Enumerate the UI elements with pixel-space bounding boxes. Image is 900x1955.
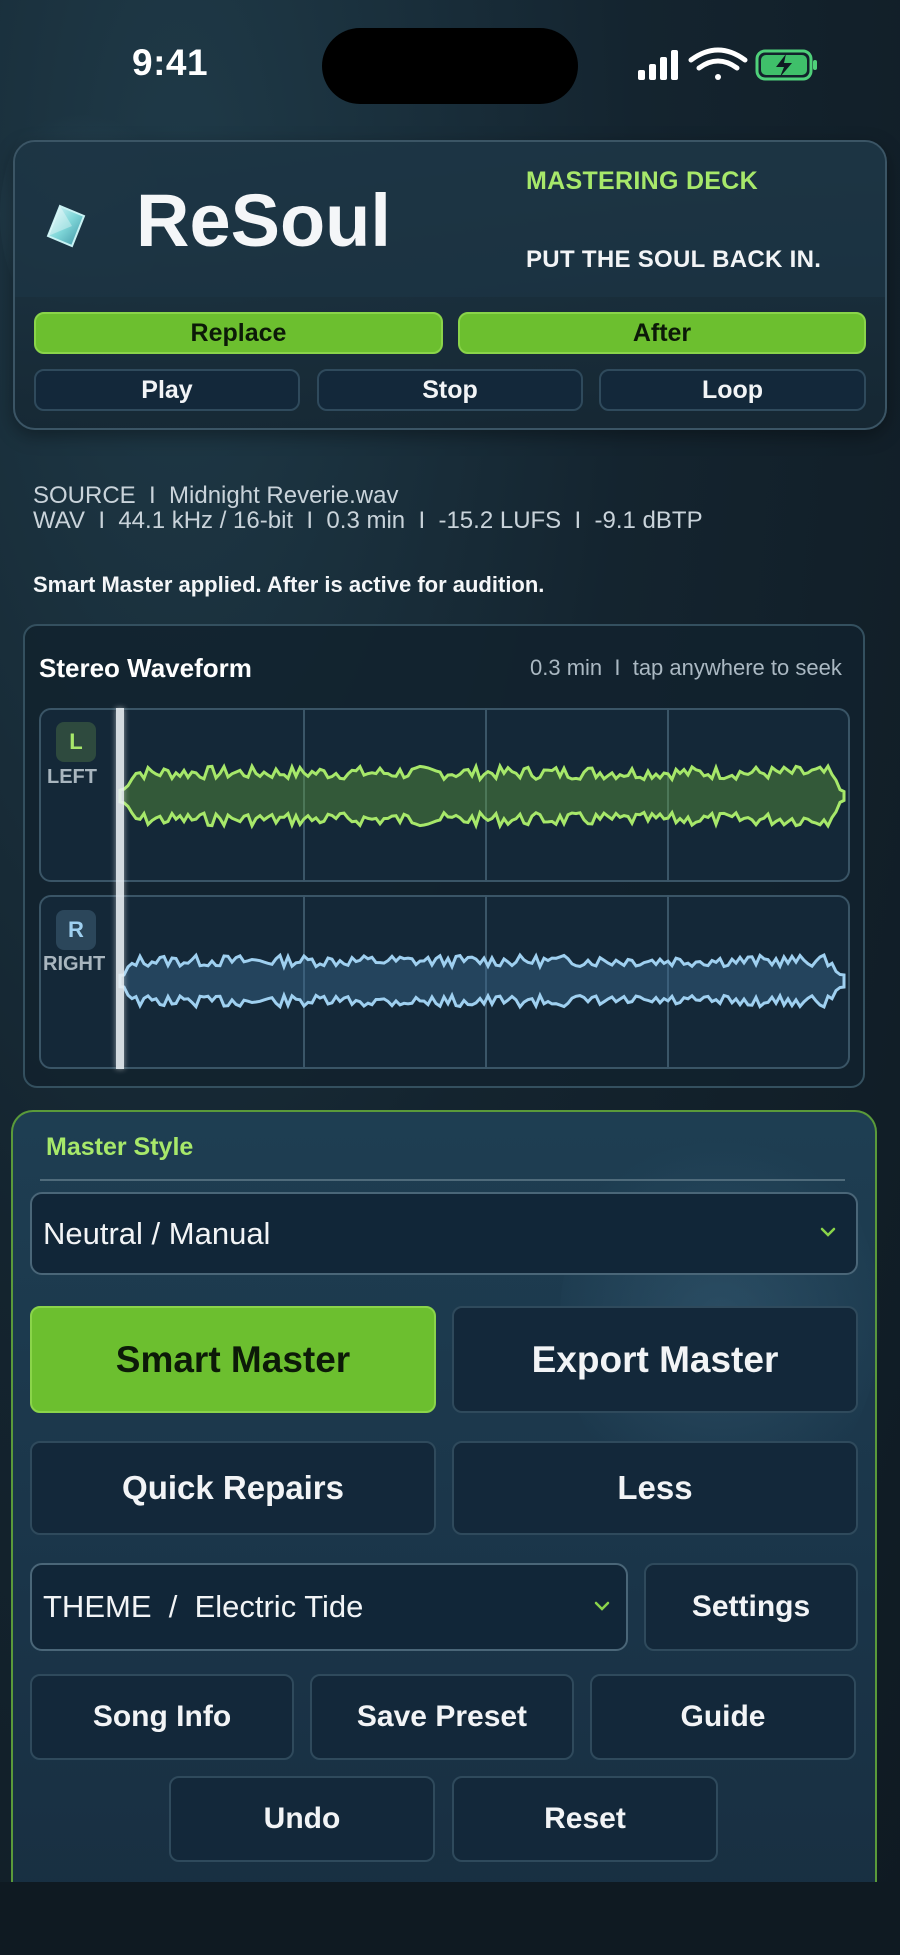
export-master-button[interactable]: Export Master: [452, 1306, 858, 1413]
playhead[interactable]: [116, 708, 124, 1069]
song-info-button[interactable]: Song Info: [30, 1674, 294, 1760]
waveform-grid: [303, 708, 669, 1069]
less-button[interactable]: Less: [452, 1441, 858, 1535]
battery-charging-icon: [755, 49, 817, 81]
master-divider: [40, 1179, 845, 1181]
tagline: PUT THE SOUL BACK IN.: [526, 246, 822, 273]
left-waveform: [118, 762, 846, 830]
replace-button[interactable]: Replace: [34, 312, 443, 354]
theme-value: THEME / Electric Tide: [43, 1589, 364, 1624]
signal-icon: [638, 50, 678, 80]
theme-select[interactable]: THEME / Electric Tide: [30, 1563, 628, 1651]
app-title: ReSoul: [136, 179, 391, 262]
stereo-waveform[interactable]: [116, 708, 850, 1069]
quick-repairs-button[interactable]: Quick Repairs: [30, 1441, 436, 1535]
status-icons: [638, 47, 817, 81]
right-channel-label: RIGHT: [43, 953, 106, 975]
source-file: SOURCE I Midnight Reverie.wav: [33, 482, 399, 509]
status-time: 9:41: [132, 42, 209, 83]
right-waveform: [118, 952, 846, 1010]
waveform-title: Stereo Waveform: [39, 653, 252, 683]
loop-button[interactable]: Loop: [599, 369, 866, 411]
dynamic-island: [322, 28, 578, 104]
wifi-icon: [688, 47, 748, 80]
status-message: Smart Master applied. After is active fo…: [33, 572, 545, 597]
chevron-down-icon: [594, 1601, 610, 1611]
save-preset-button[interactable]: Save Preset: [310, 1674, 574, 1760]
play-button[interactable]: Play: [34, 369, 300, 411]
guide-button[interactable]: Guide: [590, 1674, 856, 1760]
deck-label: MASTERING DECK: [526, 167, 758, 195]
smart-master-button[interactable]: Smart Master: [30, 1306, 436, 1413]
master-style-title: Master Style: [46, 1133, 194, 1161]
master-style-select[interactable]: Neutral / Manual: [30, 1192, 858, 1275]
bottom-safe-area: [0, 1882, 900, 1955]
right-channel-badge: R: [56, 910, 96, 950]
reset-button[interactable]: Reset: [452, 1776, 718, 1862]
master-style-value: Neutral / Manual: [43, 1215, 271, 1251]
left-channel-badge: L: [56, 722, 96, 762]
after-button[interactable]: After: [458, 312, 866, 354]
left-channel-label: LEFT: [47, 766, 97, 788]
stop-button[interactable]: Stop: [317, 369, 583, 411]
settings-button[interactable]: Settings: [644, 1563, 858, 1651]
source-meta: WAV I 44.1 kHz / 16-bit I 0.3 min I -15.…: [33, 507, 703, 534]
undo-button[interactable]: Undo: [169, 1776, 435, 1862]
gem-icon: [46, 204, 86, 248]
chevron-down-icon: [820, 1227, 836, 1237]
waveform-hint: 0.3 min I tap anywhere to seek: [530, 655, 842, 680]
